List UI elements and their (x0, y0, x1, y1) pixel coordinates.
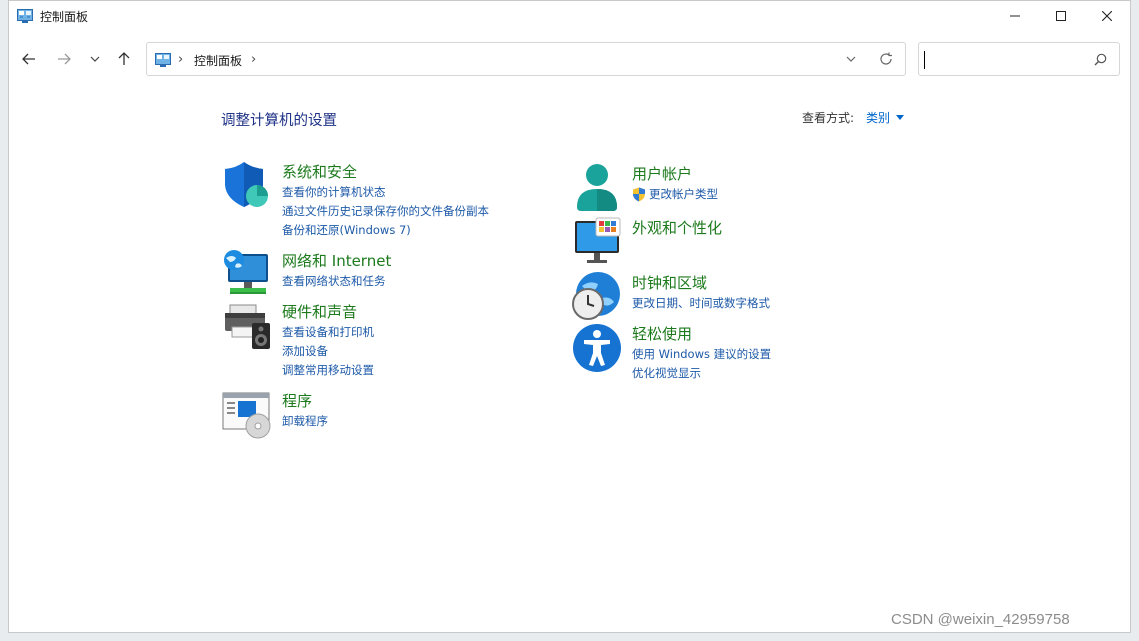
control-panel-window: 控制面板 › 控制面板 › 调整计算机的设置 查看方式: 类别 系统和安全 查看… (8, 0, 1131, 633)
link-change-account-type-label: 更改帐户类型 (649, 187, 718, 201)
breadcrumb-control-panel[interactable]: 控制面板 (194, 52, 242, 69)
control-panel-icon (155, 53, 171, 67)
address-bar[interactable]: › 控制面板 › (146, 42, 906, 76)
user-icon[interactable] (572, 163, 622, 213)
link-devices-printers[interactable]: 查看设备和打印机 (282, 323, 374, 342)
close-icon (1102, 11, 1112, 21)
clock-globe-icon[interactable] (572, 272, 622, 322)
view-by-label: 查看方式: (802, 111, 855, 125)
link-recommended-settings[interactable]: 使用 Windows 建议的设置 (632, 345, 771, 364)
page-title: 调整计算机的设置 (221, 113, 337, 129)
search-icon[interactable] (1094, 53, 1107, 66)
search-input[interactable] (927, 49, 1087, 71)
maximize-button[interactable] (1038, 1, 1084, 31)
close-button[interactable] (1084, 1, 1130, 31)
printer-speaker-icon[interactable] (222, 301, 272, 351)
maximize-icon (1056, 11, 1066, 21)
chevron-down-icon[interactable] (845, 53, 857, 65)
back-button[interactable] (17, 47, 41, 71)
category-title[interactable]: 硬件和声音 (282, 301, 357, 322)
link-optimize-visual-display[interactable]: 优化视觉显示 (632, 364, 771, 383)
uac-shield-icon (633, 187, 645, 202)
category-title[interactable]: 网络和 Internet (282, 250, 391, 271)
recent-locations-button[interactable] (83, 47, 107, 71)
refresh-icon[interactable] (879, 52, 893, 66)
category-title[interactable]: 用户帐户 (632, 163, 692, 184)
chevron-down-icon (90, 56, 100, 62)
watermark-text: CSDN @weixin_42959758 (891, 611, 1070, 628)
link-add-device[interactable]: 添加设备 (282, 342, 374, 361)
category-title[interactable]: 系统和安全 (282, 161, 357, 182)
accessibility-icon[interactable] (572, 323, 622, 373)
category-title[interactable]: 外观和个性化 (632, 217, 722, 238)
link-file-history-backup[interactable]: 通过文件历史记录保存你的文件备份副本 (282, 202, 489, 221)
control-panel-icon (17, 9, 33, 23)
category-title[interactable]: 轻松使用 (632, 323, 692, 344)
breadcrumb-separator-icon[interactable]: › (178, 52, 183, 67)
link-change-account-type[interactable]: 更改帐户类型 (632, 185, 718, 204)
category-title[interactable]: 时钟和区域 (632, 272, 707, 293)
programs-disc-icon[interactable] (222, 390, 272, 440)
monitor-personalize-icon[interactable] (572, 217, 622, 267)
up-button[interactable] (112, 47, 136, 71)
dropdown-arrow-icon[interactable] (896, 115, 905, 120)
link-change-date-time-format[interactable]: 更改日期、时间或数字格式 (632, 294, 770, 313)
text-caret (924, 51, 925, 69)
arrow-left-icon (22, 53, 35, 65)
link-network-status[interactable]: 查看网络状态和任务 (282, 272, 386, 291)
minimize-button[interactable] (992, 1, 1038, 31)
link-view-computer-status[interactable]: 查看你的计算机状态 (282, 183, 489, 202)
view-by-dropdown[interactable]: 类别 (866, 109, 890, 126)
category-title[interactable]: 程序 (282, 390, 312, 411)
shield-icon[interactable] (222, 161, 272, 211)
link-mobility-settings[interactable]: 调整常用移动设置 (282, 361, 374, 380)
breadcrumb-separator-icon[interactable]: › (251, 52, 256, 67)
minimize-icon (1010, 15, 1020, 17)
search-box[interactable] (918, 42, 1120, 76)
navigation-toolbar: › 控制面板 › (9, 41, 1130, 77)
forward-button[interactable] (52, 47, 76, 71)
title-bar: 控制面板 (9, 1, 1130, 31)
view-by-control: 查看方式: 类别 (802, 109, 905, 126)
link-backup-restore[interactable]: 备份和还原(Windows 7) (282, 221, 489, 240)
window-title: 控制面板 (40, 9, 89, 24)
arrow-up-icon (118, 52, 130, 65)
link-uninstall-program[interactable]: 卸载程序 (282, 412, 328, 431)
arrow-right-icon (58, 53, 71, 65)
network-globe-icon[interactable] (222, 250, 272, 300)
